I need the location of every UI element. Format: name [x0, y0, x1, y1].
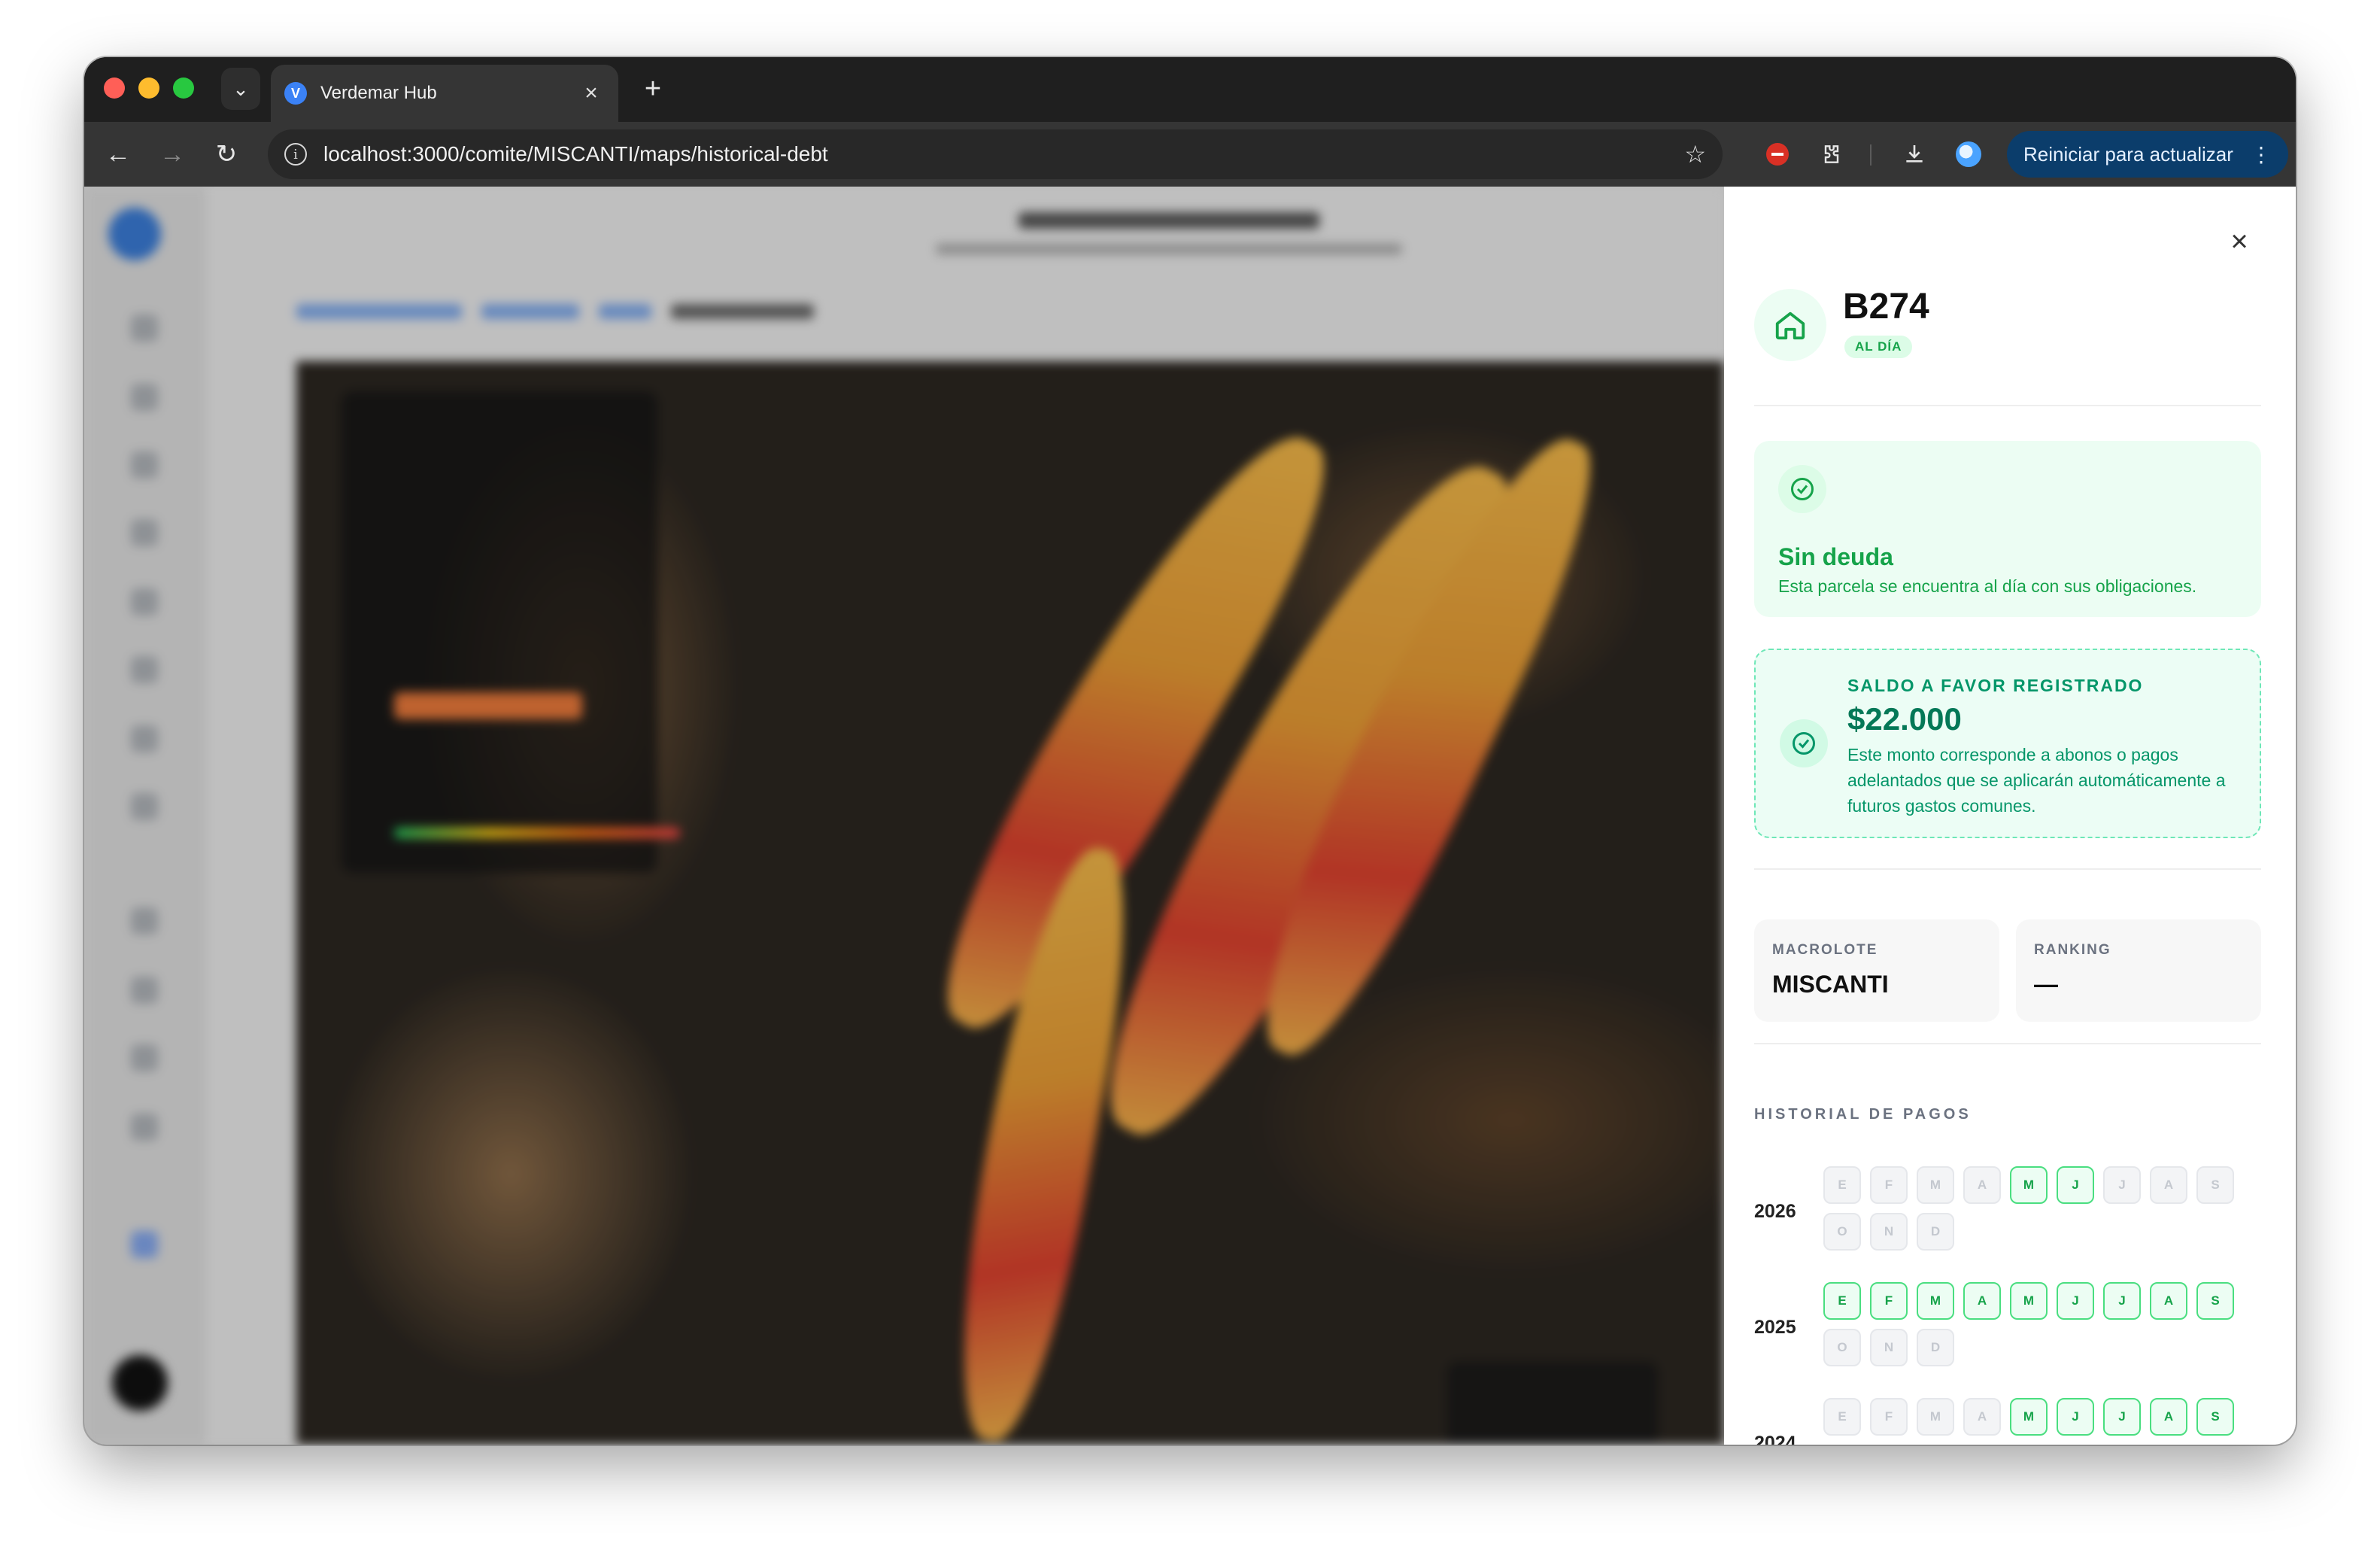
month-paid-cell[interactable]: M [2010, 1282, 2048, 1320]
month-empty-cell[interactable]: E [1823, 1398, 1861, 1436]
month-paid-cell[interactable]: M [2010, 1166, 2048, 1204]
ranking-box: RANKING — [2016, 919, 2261, 1022]
no-debt-description: Esta parcela se encuentra al día con sus… [1778, 576, 2197, 596]
extension-block-icon[interactable] [1762, 138, 1793, 170]
info-icon[interactable]: i [284, 143, 307, 166]
reload-button[interactable]: ↻ [208, 135, 245, 173]
check-circle-icon [1780, 719, 1828, 767]
credit-balance-card: SALDO A FAVOR REGISTRADO $22.000 Este mo… [1754, 649, 2261, 838]
month-empty-cell[interactable]: F [1870, 1398, 1908, 1436]
month-empty-cell[interactable]: J [2103, 1166, 2141, 1204]
close-window-button[interactable] [104, 77, 125, 99]
month-empty-cell[interactable]: O [1823, 1329, 1861, 1366]
download-icon[interactable] [1899, 138, 1930, 170]
close-icon: × [2230, 224, 2248, 258]
no-debt-card: Sin deuda Esta parcela se encuentra al d… [1754, 441, 2261, 617]
month-empty-cell[interactable]: M [1917, 1166, 1954, 1204]
month-paid-cell[interactable]: A [1963, 1282, 2001, 1320]
restart-update-button[interactable]: Reiniciar para actualizar ⋮ [2007, 131, 2288, 178]
back-icon: ← [105, 139, 131, 169]
month-paid-cell[interactable]: S [2196, 1398, 2234, 1436]
toolbar-divider [1870, 144, 1872, 166]
month-paid-cell[interactable]: M [2010, 1398, 2048, 1436]
page-content: × B274 AL DÍA Sin deuda Esta parcela se … [84, 187, 2296, 1445]
month-paid-cell[interactable]: J [2103, 1282, 2141, 1320]
month-empty-cell[interactable]: S [2196, 1166, 2234, 1204]
month-paid-cell[interactable]: J [2057, 1282, 2094, 1320]
month-paid-cell[interactable]: S [2196, 1282, 2234, 1320]
tab-search-button[interactable]: ⌄ [221, 68, 260, 110]
month-grid: EFMAMJJASOND [1823, 1398, 2245, 1445]
forward-button[interactable]: → [153, 135, 191, 173]
new-tab-button[interactable]: + [633, 68, 672, 110]
close-drawer-button[interactable]: × [2221, 223, 2258, 260]
history-year-label: 2025 [1754, 1317, 1796, 1338]
status-badge: AL DÍA [1844, 336, 1913, 358]
modal-backdrop[interactable] [84, 187, 1724, 1445]
ranking-value: — [2034, 971, 2058, 998]
browser-toolbar: ← → ↻ i localhost:3000/comite/MISCANTI/m… [84, 122, 2296, 187]
month-empty-cell[interactable]: N [1870, 1329, 1908, 1366]
back-button[interactable]: ← [99, 135, 137, 173]
credit-description: Este monto corresponde a abonos o pagos … [1847, 745, 2226, 816]
month-paid-cell[interactable]: A [2150, 1282, 2187, 1320]
month-empty-cell[interactable]: M [1917, 1398, 1954, 1436]
month-paid-cell[interactable]: J [2103, 1398, 2141, 1436]
address-bar[interactable]: i localhost:3000/comite/MISCANTI/maps/hi… [268, 129, 1723, 179]
month-empty-cell[interactable]: O [1823, 1213, 1861, 1251]
lot-id: B274 [1843, 287, 1929, 327]
maximize-window-button[interactable] [173, 77, 194, 99]
divider [1754, 405, 2261, 406]
forward-icon: → [159, 139, 185, 169]
history-year-label: 2026 [1754, 1201, 1796, 1222]
credit-amount: $22.000 [1847, 701, 1962, 737]
month-empty-cell[interactable]: A [2150, 1166, 2187, 1204]
month-paid-cell[interactable]: F [1870, 1282, 1908, 1320]
month-paid-cell[interactable]: J [2057, 1166, 2094, 1204]
divider [1754, 868, 2261, 870]
macrolote-box: MACROLOTE MISCANTI [1754, 919, 1999, 1022]
month-empty-cell[interactable]: D [1917, 1213, 1954, 1251]
month-grid: EFMAMJJASOND [1823, 1166, 2245, 1251]
credit-label: SALDO A FAVOR REGISTRADO [1847, 676, 2144, 695]
month-paid-cell[interactable]: M [1917, 1282, 1954, 1320]
macrolote-value: MISCANTI [1772, 971, 1889, 998]
month-empty-cell[interactable]: F [1870, 1166, 1908, 1204]
month-empty-cell[interactable]: N [1870, 1213, 1908, 1251]
month-empty-cell[interactable]: A [1963, 1398, 2001, 1436]
restart-label: Reiniciar para actualizar [2023, 142, 2233, 166]
month-empty-cell[interactable]: A [1963, 1166, 2001, 1204]
favicon-icon: V [284, 82, 307, 105]
close-icon[interactable]: × [578, 81, 605, 106]
tab-title: Verdemar Hub [320, 83, 437, 103]
month-empty-cell[interactable]: E [1823, 1166, 1861, 1204]
browser-window: ⌄ V Verdemar Hub × + ← → ↻ i localhost:3… [84, 57, 2296, 1445]
browser-tab[interactable]: V Verdemar Hub × [271, 65, 618, 122]
star-icon[interactable]: ☆ [1684, 140, 1706, 169]
puzzle-icon[interactable] [1816, 138, 1847, 170]
month-paid-cell[interactable]: E [1823, 1282, 1861, 1320]
minimize-window-button[interactable] [138, 77, 159, 99]
payment-history-title: HISTORIAL DE PAGOS [1754, 1106, 1972, 1123]
no-debt-title: Sin deuda [1778, 543, 1893, 570]
macrolote-label: MACROLOTE [1772, 942, 1878, 958]
ranking-label: RANKING [2034, 942, 2111, 958]
plus-icon: + [644, 72, 662, 105]
history-year-label: 2024 [1754, 1433, 1796, 1445]
lot-detail-drawer: × B274 AL DÍA Sin deuda Esta parcela se … [1724, 187, 2296, 1445]
month-grid: EFMAMJJASOND [1823, 1282, 2245, 1366]
reload-icon: ↻ [215, 140, 238, 169]
divider [1754, 1043, 2261, 1044]
home-icon [1754, 289, 1826, 361]
tab-strip: ⌄ V Verdemar Hub × + [84, 57, 2296, 122]
month-paid-cell[interactable]: A [2150, 1398, 2187, 1436]
profile-icon[interactable] [1953, 138, 1984, 170]
chevron-down-icon: ⌄ [232, 77, 249, 100]
check-circle-icon [1778, 465, 1826, 513]
url-text[interactable]: localhost:3000/comite/MISCANTI/maps/hist… [323, 142, 1684, 166]
month-paid-cell[interactable]: J [2057, 1398, 2094, 1436]
month-empty-cell[interactable]: D [1917, 1329, 1954, 1366]
kebab-icon: ⋮ [2251, 142, 2272, 166]
